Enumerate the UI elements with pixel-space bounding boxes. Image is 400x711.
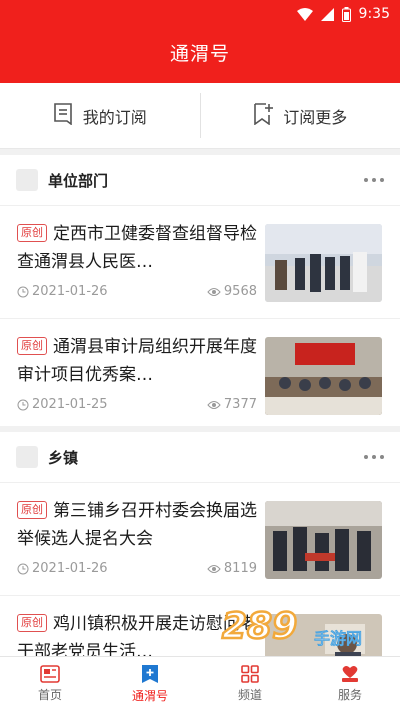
bookmark-plus-icon: [253, 102, 274, 129]
watermark-logo: 289 手游网: [218, 604, 388, 652]
plus-doc-icon: [142, 665, 158, 683]
news-item[interactable]: 原创 第三铺乡召开村委会换届选举候选人提名大会 2021-01-26 8119: [0, 482, 400, 595]
more-options-icon[interactable]: [364, 178, 384, 182]
section-logo: [16, 169, 38, 191]
news-thumbnail: [265, 224, 382, 302]
news-date: 2021-01-26: [17, 284, 108, 299]
bottom-navigation: 首页 通渭号 频道 服务: [0, 656, 400, 711]
section-units: 单位部门 原创 定西市卫健委督查组督导检查通渭县人民医… 2021-01-26 9…: [0, 155, 400, 426]
more-options-icon[interactable]: [364, 455, 384, 459]
original-tag: 原创: [17, 501, 47, 519]
clock-icon: [17, 286, 29, 297]
news-headline: 原创 第三铺乡召开村委会换届选举候选人提名大会: [17, 501, 257, 549]
news-item[interactable]: 原创 定西市卫健委督查组督导检查通渭县人民医… 2021-01-26 9568: [0, 205, 400, 318]
page-title: 通渭号: [169, 43, 230, 65]
nav-label: 通渭号: [131, 689, 168, 703]
news-views: 7377: [207, 397, 257, 412]
signal-icon: [320, 7, 334, 21]
section-name[interactable]: 乡镇: [48, 447, 364, 468]
news-headline: 原创 定西市卫健委督查组督导检查通渭县人民医…: [17, 224, 257, 272]
news-views: 8119: [207, 561, 257, 576]
clock-icon: [17, 399, 29, 410]
service-icon: [342, 666, 358, 682]
wifi-icon: [296, 7, 313, 21]
original-tag: 原创: [17, 337, 47, 355]
status-bar: 9:35: [0, 0, 400, 28]
nav-label: 首页: [37, 688, 62, 702]
battery-icon: [341, 6, 351, 22]
news-views: 9568: [207, 284, 257, 299]
app-header: 9:35 通渭号: [0, 0, 400, 83]
grid-icon: [241, 665, 259, 683]
section-header: 乡镇: [0, 432, 400, 482]
status-time: 9:35: [358, 6, 390, 22]
nav-label: 频道: [237, 688, 262, 702]
section-name[interactable]: 单位部门: [48, 170, 364, 191]
section-logo: [16, 446, 38, 468]
original-tag: 原创: [17, 614, 47, 632]
nav-service[interactable]: 服务: [300, 657, 400, 711]
news-meta: 2021-01-26 8119: [17, 561, 257, 576]
news-date: 2021-01-25: [17, 397, 108, 412]
news-date: 2021-01-26: [17, 561, 108, 576]
original-tag: 原创: [17, 224, 47, 242]
news-icon: [40, 665, 60, 683]
nav-channel[interactable]: 频道: [200, 657, 300, 711]
news-thumbnail: [265, 501, 382, 579]
clock-icon: [17, 563, 29, 574]
subscription-bar: 我的订阅 订阅更多: [0, 83, 400, 149]
news-thumbnail: [265, 337, 382, 415]
subscribe-more-label: 订阅更多: [283, 107, 348, 127]
news-meta: 2021-01-26 9568: [17, 284, 257, 299]
svg-text:289: 289: [222, 606, 297, 647]
eye-icon: [207, 400, 221, 409]
news-meta: 2021-01-25 7377: [17, 397, 257, 412]
my-subscription-label: 我的订阅: [82, 107, 147, 127]
news-item[interactable]: 原创 通渭县审计局组织开展年度审计项目优秀案… 2021-01-25 7377: [0, 318, 400, 431]
subscribe-more-button[interactable]: 订阅更多: [201, 83, 400, 148]
subscription-list-icon: [53, 102, 73, 129]
news-headline: 原创 通渭县审计局组织开展年度审计项目优秀案…: [17, 337, 257, 385]
eye-icon: [207, 287, 221, 296]
svg-text:手游网: 手游网: [314, 629, 362, 648]
nav-label: 服务: [337, 688, 362, 702]
eye-icon: [207, 564, 221, 573]
nav-home[interactable]: 首页: [0, 657, 100, 711]
section-header: 单位部门: [0, 155, 400, 205]
my-subscription-button[interactable]: 我的订阅: [0, 83, 200, 148]
nav-tongweihao[interactable]: 通渭号: [100, 657, 200, 711]
